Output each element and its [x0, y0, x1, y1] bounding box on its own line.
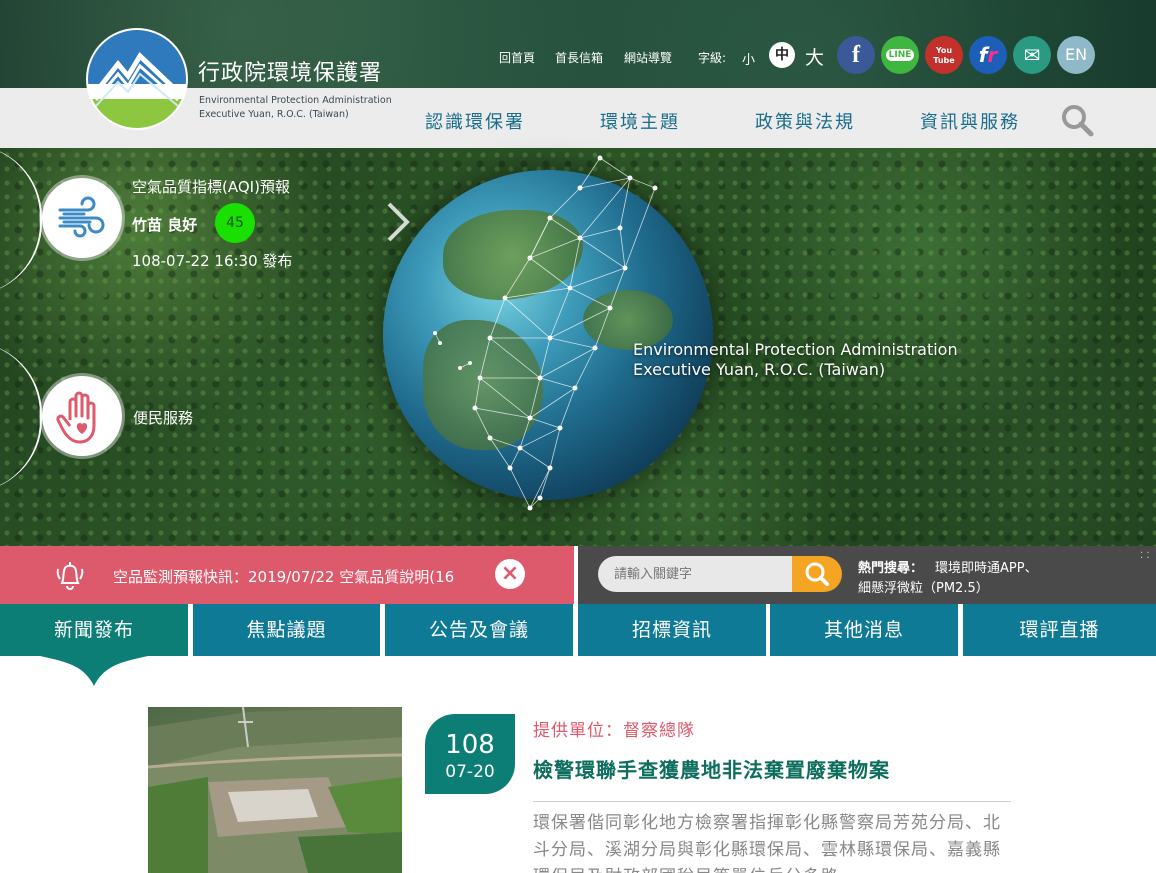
- tab-tenders[interactable]: 招標資訊: [578, 604, 766, 656]
- org-name-en: Environmental Protection Administration …: [199, 95, 392, 120]
- hero-en-title: Environmental Protection Administration …: [633, 340, 958, 379]
- search-button[interactable]: [792, 556, 842, 592]
- bell-icon: [56, 562, 84, 590]
- nav-info-services[interactable]: 資訊與服務: [920, 108, 1020, 134]
- aqi-region-status: 竹苗 良好: [132, 216, 198, 234]
- nav-about-epa[interactable]: 認識環保署: [425, 108, 525, 134]
- tab-announcements[interactable]: 公告及會議: [385, 604, 573, 656]
- search-input[interactable]: [598, 556, 793, 592]
- tab-focus-issues[interactable]: 焦點議題: [193, 604, 380, 656]
- sitemap-link[interactable]: 網站導覽: [624, 49, 672, 66]
- search-icon[interactable]: [1060, 103, 1094, 137]
- nav-environment-topics[interactable]: 環境主題: [600, 108, 680, 134]
- line-icon[interactable]: LINE: [881, 36, 919, 74]
- public-service-label[interactable]: 便民服務: [133, 407, 193, 428]
- youtube-icon[interactable]: You Tube: [925, 36, 963, 74]
- english-version-button[interactable]: EN: [1057, 36, 1095, 74]
- news-thumbnail[interactable]: [148, 707, 402, 873]
- aqi-circle[interactable]: [42, 178, 122, 258]
- news-divider: [533, 801, 1011, 802]
- font-size-large-button[interactable]: 大: [805, 43, 824, 70]
- close-icon[interactable]: ×: [495, 559, 525, 589]
- font-size-medium-button[interactable]: 中: [769, 42, 795, 68]
- alert-marquee-text[interactable]: 空品監測預報快訊：2019/07/22 空氣品質說明(16: [113, 566, 493, 587]
- news-summary: 環保署偕同彰化地方檢察署指揮彰化縣警察局芳苑分局、北斗分局、溪湖分局與彰化縣環保…: [533, 813, 1001, 873]
- home-link[interactable]: 回首頁: [499, 49, 535, 66]
- nav-policy-regulations[interactable]: 政策與法規: [755, 108, 855, 134]
- aqi-title: 空氣品質指標(AQI)預報: [132, 178, 290, 196]
- tab-press-release[interactable]: 新聞發布: [0, 604, 188, 656]
- font-size-small-button[interactable]: 小: [742, 49, 755, 68]
- font-size-label: 字級:: [698, 51, 727, 65]
- more-dots-icon[interactable]: · · · ·: [1140, 549, 1150, 564]
- chevron-right-icon[interactable]: [385, 200, 411, 244]
- search-icon: [805, 562, 829, 586]
- hot-search-link[interactable]: 環境即時通APP、: [935, 557, 1038, 576]
- public-service-circle[interactable]: [42, 376, 122, 456]
- aqi-publish-time: 108-07-22 16:30 發布: [132, 252, 293, 270]
- taiwan-network-graphic: [433, 155, 658, 511]
- tab-eia-live[interactable]: 環評直播: [963, 604, 1156, 656]
- wind-icon: [58, 196, 105, 238]
- active-tab-pointer: [40, 656, 148, 686]
- flickr-icon[interactable]: fr: [969, 36, 1007, 74]
- epa-logo[interactable]: [86, 28, 188, 130]
- news-date-badge: 108 07-20: [425, 714, 515, 794]
- aqi-value-badge: 45: [215, 203, 255, 243]
- hot-search-link[interactable]: 細懸浮微粒（PM2.5）: [858, 577, 989, 596]
- hand-heart-icon: [56, 391, 96, 444]
- mail-icon[interactable]: ✉: [1013, 36, 1051, 74]
- director-mailbox-link[interactable]: 首長信箱: [555, 49, 603, 66]
- hot-search-label: 熱門搜尋：: [858, 561, 924, 576]
- facebook-icon[interactable]: f: [837, 36, 875, 74]
- news-title[interactable]: 檢警環聯手查獲農地非法棄置廢棄物案: [533, 754, 890, 783]
- tab-other-news[interactable]: 其他消息: [770, 604, 958, 656]
- news-provider: 提供單位：督察總隊: [533, 721, 695, 741]
- org-name[interactable]: 行政院環境保護署: [198, 55, 382, 87]
